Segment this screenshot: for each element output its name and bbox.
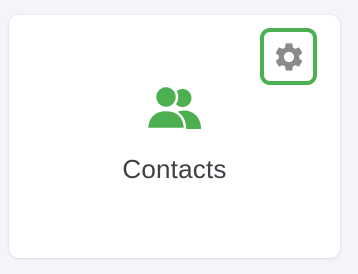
settings-button[interactable] — [260, 28, 317, 85]
people-icon — [146, 86, 202, 130]
contacts-card[interactable]: Contacts — [9, 15, 340, 258]
card-title: Contacts — [122, 154, 227, 184]
gear-icon — [272, 40, 306, 74]
